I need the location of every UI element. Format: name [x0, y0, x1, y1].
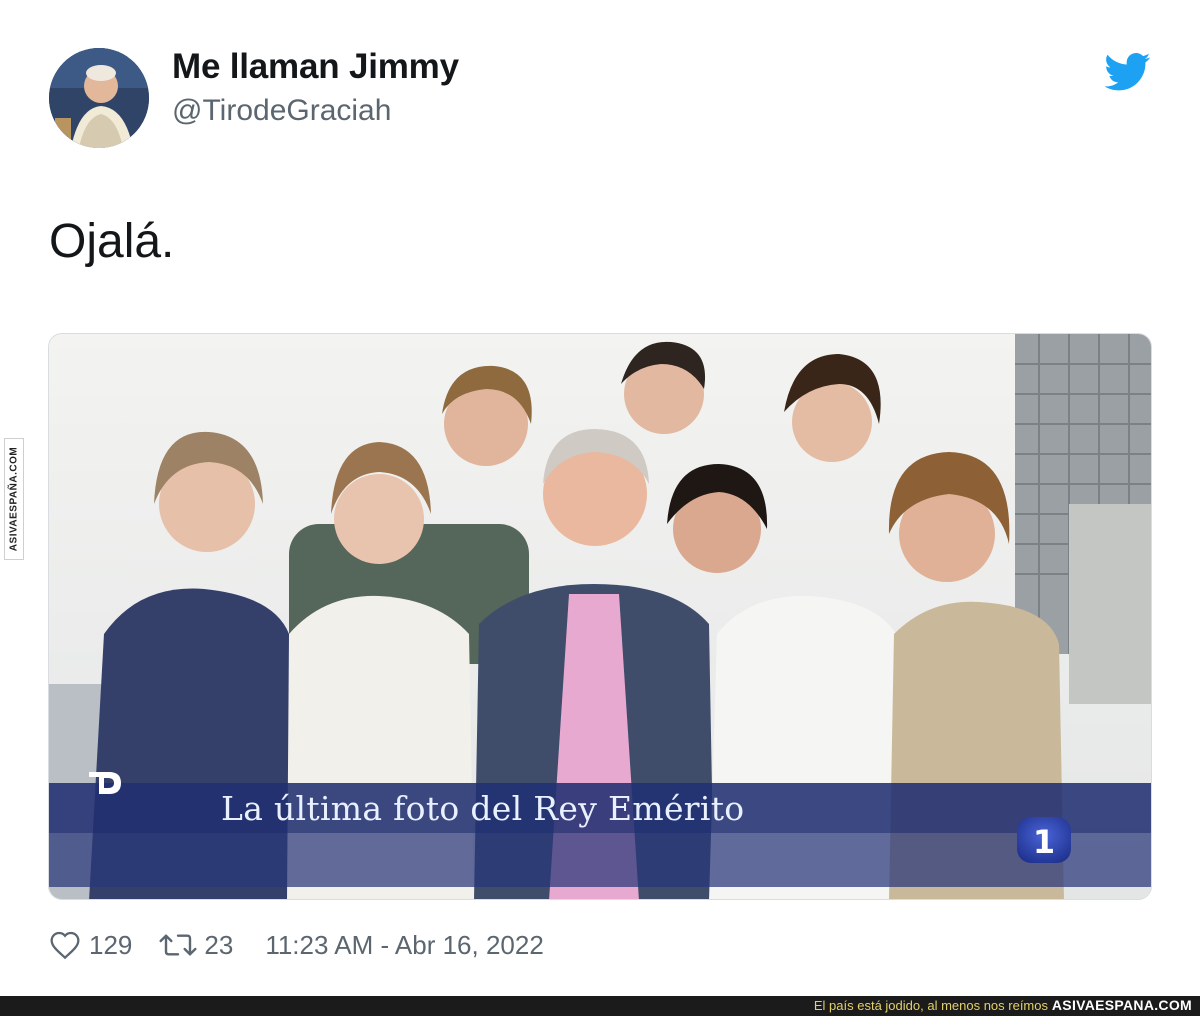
- footer-site-link[interactable]: ASIVAESPANA.COM: [1052, 997, 1192, 1013]
- footer-slogan: El país está jodido, al menos nos reímos: [813, 998, 1048, 1013]
- tweet-media[interactable]: La última foto del Rey Emérito 1: [48, 333, 1152, 900]
- user-avatar[interactable]: [49, 48, 149, 148]
- retweets-count: 23: [204, 929, 234, 960]
- news-caption: La última foto del Rey Emérito: [221, 789, 745, 828]
- tweet-text: Ojalá.: [49, 215, 175, 268]
- channel-number: 1: [1033, 823, 1055, 861]
- la1-channel-badge: 1: [1017, 817, 1071, 863]
- display-name[interactable]: Me llaman Jimmy: [172, 47, 459, 87]
- twitter-bird-icon[interactable]: [1105, 52, 1151, 92]
- tweet-card: Me llaman Jimmy @TirodeGraciah Ojalá. La…: [0, 0, 1200, 996]
- tweet-meta: 129 23 11:23 AM - Abr 16, 2022: [49, 925, 544, 965]
- retweet-button[interactable]: 23: [158, 930, 233, 961]
- heart-icon: [49, 930, 81, 960]
- tweet-timestamp[interactable]: 11:23 AM - Abr 16, 2022: [265, 930, 543, 961]
- avatar-image: [49, 48, 149, 148]
- watermark-text: ASIVAESPAÑA.COM: [8, 446, 20, 552]
- retweet-icon: [158, 930, 198, 960]
- user-handle[interactable]: @TirodeGraciah: [172, 94, 391, 128]
- telediario-logo-icon: [89, 772, 121, 794]
- side-watermark: ASIVAESPAÑA.COM: [4, 438, 24, 560]
- likes-count: 129: [89, 929, 133, 960]
- like-button[interactable]: 129: [49, 930, 132, 961]
- site-footer: El país está jodido, al menos nos reímos…: [0, 996, 1200, 1016]
